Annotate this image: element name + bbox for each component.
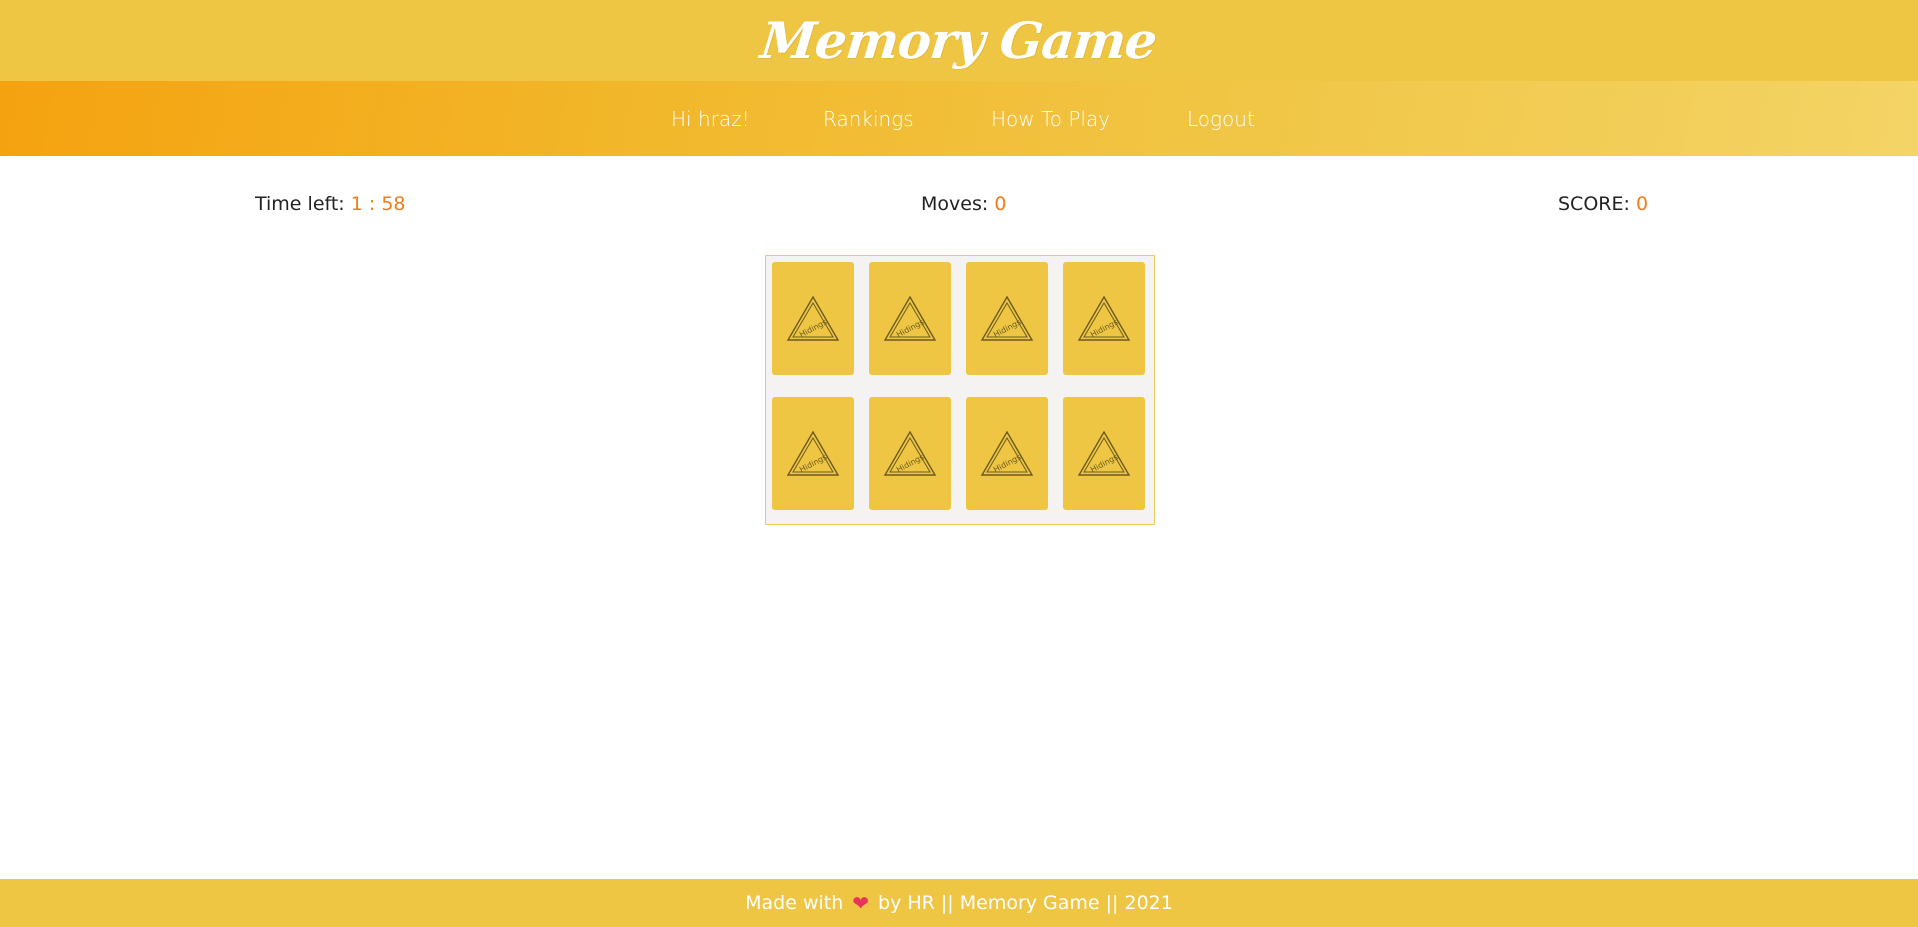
memory-card[interactable]: Hidings [1063, 397, 1145, 510]
moves-counter: Moves: 0 [921, 193, 1006, 215]
score-value: 0 [1635, 193, 1649, 215]
card-back-logo-icon: Hidings [1077, 430, 1131, 476]
time-left-label: Time left: [255, 193, 345, 215]
card-back-logo-icon: Hidings [883, 430, 937, 476]
game-board: Hidings Hidings Hidings Hidings Hidings Hidin… [765, 255, 1155, 525]
heart-icon: ❤ [852, 891, 870, 915]
score: SCORE: 0 [1558, 193, 1648, 215]
moves-label: Moves: [921, 193, 989, 215]
card-back-logo-icon: Hidings [980, 430, 1034, 476]
footer-credits: by HR || Memory Game || 2021 [878, 892, 1173, 914]
nav-logout[interactable]: Logout [1187, 107, 1255, 131]
score-label: SCORE: [1558, 193, 1630, 215]
footer-made-with: Made with [745, 892, 844, 914]
card-back-logo-icon: Hidings [786, 295, 840, 341]
time-left-value: 1 : 58 [350, 193, 406, 215]
nav-bar: Hi hraz! Rankings How To Play Logout [0, 81, 1918, 156]
memory-card[interactable]: Hidings [772, 397, 854, 510]
card-back-logo-icon: Hidings [980, 295, 1034, 341]
memory-card[interactable]: Hidings [869, 397, 951, 510]
memory-card[interactable]: Hidings [966, 397, 1048, 510]
title-bar: Memory Game [0, 0, 1918, 81]
time-left: Time left: 1 : 58 [255, 193, 406, 215]
memory-card[interactable]: Hidings [772, 262, 854, 375]
moves-value: 0 [994, 193, 1007, 215]
memory-card[interactable]: Hidings [869, 262, 951, 375]
card-back-logo-icon: Hidings [786, 430, 840, 476]
nav-greeting[interactable]: Hi hraz! [671, 107, 750, 131]
nav-how-to-play[interactable]: How To Play [991, 107, 1110, 131]
footer: Made with ❤ by HR || Memory Game || 2021 [0, 879, 1918, 927]
memory-card[interactable]: Hidings [1063, 262, 1145, 375]
card-back-logo-icon: Hidings [1077, 295, 1131, 341]
memory-card[interactable]: Hidings [966, 262, 1048, 375]
card-back-logo-icon: Hidings [883, 295, 937, 341]
page-title: Memory Game [758, 11, 1160, 70]
nav-rankings[interactable]: Rankings [823, 107, 914, 131]
